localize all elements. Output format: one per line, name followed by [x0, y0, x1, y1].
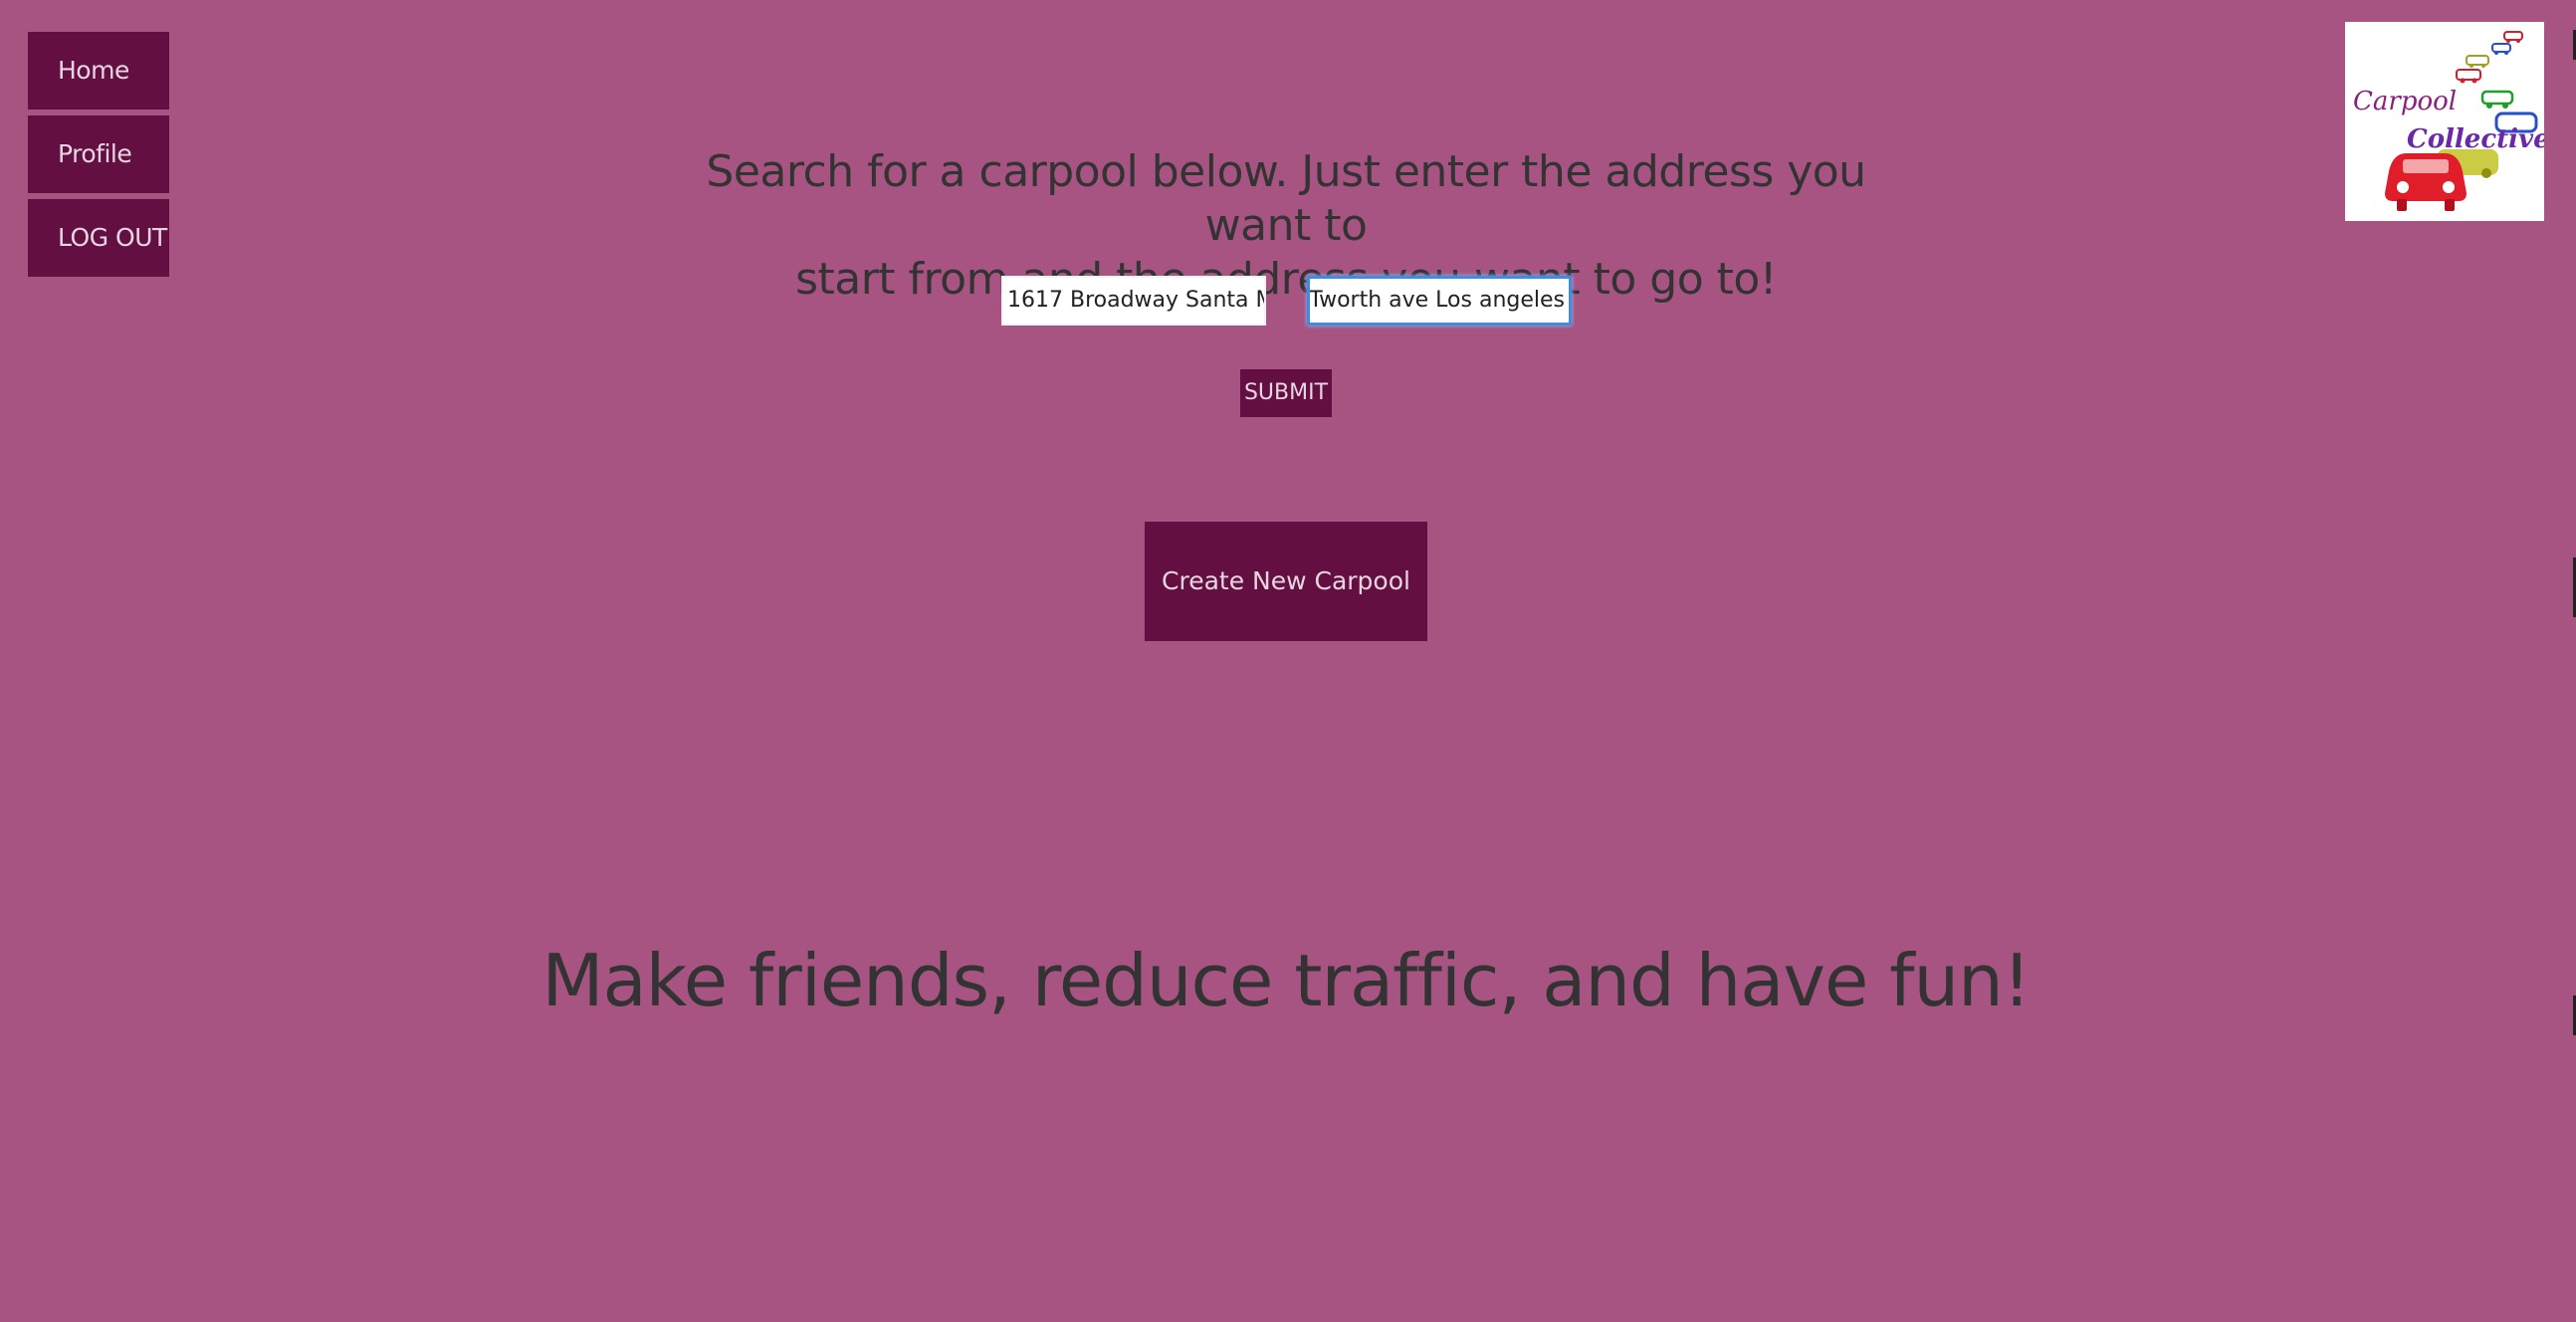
start-address-value: 1617 Broadway Santa Mon	[1007, 288, 1264, 313]
car-icon-red-mid	[2456, 69, 2481, 84]
nav-profile-button[interactable]: Profile	[28, 115, 169, 193]
start-address-input[interactable]: 1617 Broadway Santa Mon	[1001, 276, 1266, 326]
create-carpool-button[interactable]: Create New Carpool	[1145, 522, 1427, 641]
logo-text-line1: Carpool	[2353, 87, 2457, 116]
car-icon-green	[2480, 90, 2514, 109]
submit-button[interactable]: SUBMIT	[1240, 369, 1332, 417]
logo-text-line2: Collective	[2407, 124, 2544, 154]
search-instructions-line1: Search for a carpool below. Just enter t…	[706, 146, 1866, 251]
nav-logout-button[interactable]: LOG OUT	[28, 199, 169, 277]
nav-home-button[interactable]: Home	[28, 32, 169, 110]
destination-address-input[interactable]: ilTworth ave Los angeles	[1307, 276, 1572, 326]
side-nav: Home Profile LOG OUT	[28, 32, 169, 283]
car-icon-blue-small	[2491, 43, 2511, 55]
search-instructions-line2: start from and the address you want to g…	[795, 254, 1777, 305]
car-icon-red-large	[2385, 153, 2467, 211]
car-icon-red-small	[2503, 31, 2523, 43]
search-instructions: Search for a carpool below. Just enter t…	[697, 145, 1875, 307]
car-icon-olive-small	[2466, 55, 2489, 68]
tagline: Make friends, reduce traffic, and have f…	[541, 939, 2031, 1022]
destination-address-value: ilTworth ave Los angeles	[1307, 288, 1565, 313]
carpool-collective-logo[interactable]: Carpool Collective	[2345, 22, 2544, 221]
